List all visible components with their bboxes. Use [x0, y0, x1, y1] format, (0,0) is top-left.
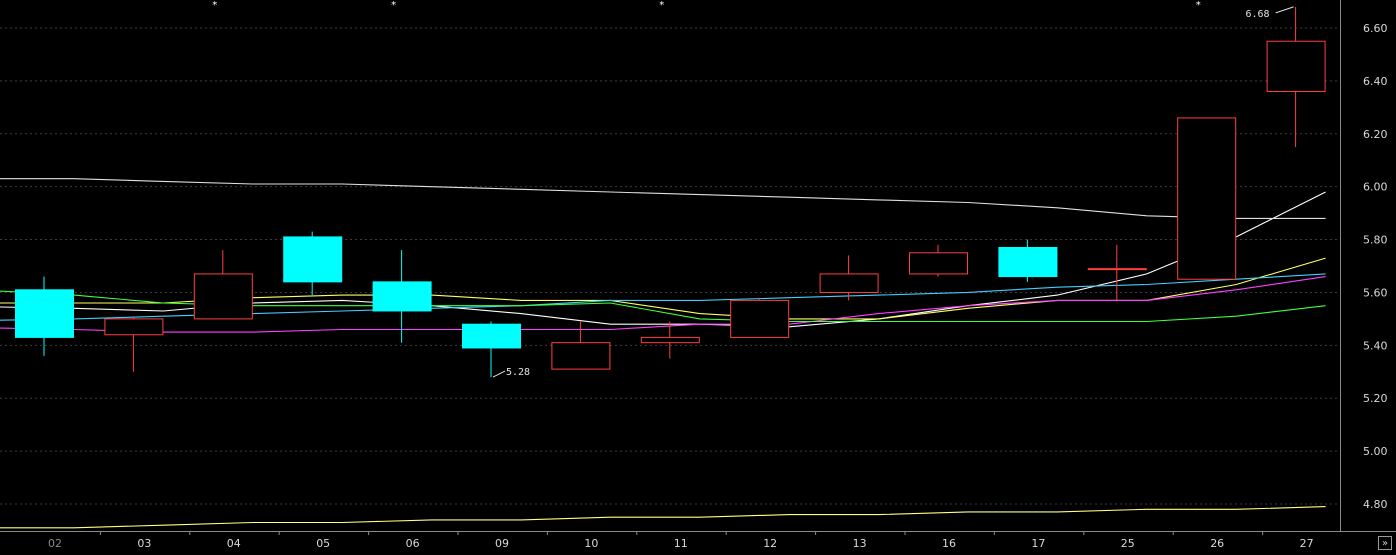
event-marker: * [1196, 0, 1201, 11]
x-tick-label: 02 [48, 537, 62, 550]
y-tick-label: 4.80 [1363, 498, 1388, 511]
x-tick-label: 17 [1031, 537, 1045, 550]
y-tick-label: 6.20 [1363, 128, 1388, 141]
y-tick-label: 5.00 [1363, 445, 1388, 458]
candle-body [1266, 40, 1326, 92]
expand-button[interactable]: » [1378, 536, 1392, 550]
candle-body [462, 323, 521, 349]
event-marker: * [212, 0, 217, 11]
x-tick-label: 05 [316, 537, 330, 550]
high-price-label: 6.68 [1246, 9, 1270, 20]
x-tick-label: 04 [227, 537, 241, 550]
y-tick-label: 5.40 [1363, 339, 1388, 352]
event-marker: * [391, 0, 396, 11]
candle-body [1087, 268, 1147, 271]
candlestick-chart: 6.60 6.40 6.20 6.00 5.80 5.60 5.40 5.20 5.00 4.80… [0, 0, 1396, 555]
y-tick-label: 5.20 [1363, 392, 1388, 405]
candle-body [819, 273, 879, 293]
y-tick-label: 6.00 [1363, 181, 1388, 194]
candle-body [372, 281, 432, 312]
chart-canvas: 6.60 6.40 6.20 6.00 5.80 5.60 5.40 5.20 5.00 4.80… [0, 0, 1396, 555]
candle-body [640, 336, 700, 344]
candle-body [730, 299, 790, 338]
candle-body [551, 342, 611, 370]
x-tick-label: 26 [1210, 537, 1224, 550]
x-tick-label: 13 [853, 537, 867, 550]
x-tick-label: 06 [406, 537, 420, 550]
candle-body [998, 246, 1058, 278]
y-tick-label: 5.60 [1363, 286, 1388, 299]
x-tick-label: 11 [674, 537, 688, 550]
candle-body [193, 273, 253, 320]
candle-body [283, 236, 343, 283]
event-marker: * [659, 0, 664, 11]
x-tick-label: 10 [584, 537, 598, 550]
low-price-label: 5.28 [506, 367, 530, 378]
y-tick-label: 5.80 [1363, 234, 1388, 247]
x-tick-label: 12 [763, 537, 777, 550]
y-tick-label: 6.40 [1363, 75, 1388, 88]
x-tick-label: 09 [495, 537, 509, 550]
y-tick-label: 6.60 [1363, 22, 1388, 35]
candle-body [15, 289, 74, 338]
x-tick-label: 25 [1121, 537, 1135, 550]
candle-body [909, 252, 968, 275]
x-tick-label: 27 [1300, 537, 1314, 550]
candle-body [1177, 117, 1237, 280]
x-tick-label: 03 [137, 537, 151, 550]
x-tick-label: 16 [942, 537, 956, 550]
candle-body [104, 318, 164, 336]
